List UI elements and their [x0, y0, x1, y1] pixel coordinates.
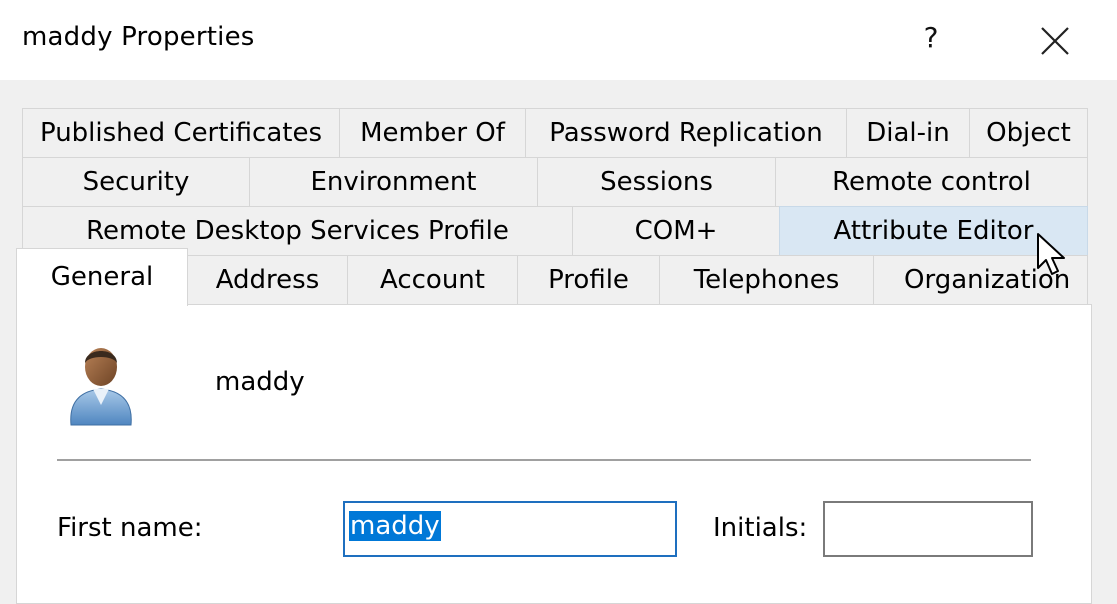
- tab-label: Dial-in: [866, 118, 950, 148]
- tab-label: Environment: [310, 167, 477, 197]
- tab-label: General: [50, 262, 154, 292]
- tab-password-replication[interactable]: Password Replication: [525, 108, 847, 158]
- tab-account[interactable]: Account: [347, 255, 518, 305]
- tab-label: Published Certificates: [39, 118, 323, 148]
- window-title: maddy Properties: [22, 22, 255, 52]
- tab-general[interactable]: General: [16, 248, 188, 306]
- tab-label: Member Of: [360, 118, 505, 148]
- tab-address[interactable]: Address: [187, 255, 348, 305]
- tab-label: Sessions: [600, 167, 713, 197]
- tab-environment[interactable]: Environment: [249, 157, 538, 207]
- tab-label: Telephones: [693, 265, 840, 295]
- tab-label: Profile: [548, 265, 629, 295]
- initials-field[interactable]: [823, 501, 1033, 557]
- tab-label: Object: [986, 118, 1071, 148]
- general-tab-panel: maddy First name: maddy Initials:: [16, 304, 1092, 604]
- tab-label: Account: [380, 265, 485, 295]
- tab-dial-in[interactable]: Dial-in: [846, 108, 970, 158]
- tab-remote-control[interactable]: Remote control: [775, 157, 1088, 207]
- tab-label: Password Replication: [549, 118, 823, 148]
- tab-telephones[interactable]: Telephones: [659, 255, 874, 305]
- display-name: maddy: [215, 367, 305, 397]
- tab-object[interactable]: Object: [969, 108, 1088, 158]
- tab-security[interactable]: Security: [22, 157, 250, 207]
- user-avatar-icon: [63, 341, 139, 429]
- title-bar: maddy Properties ?: [0, 0, 1117, 80]
- close-icon: [1041, 27, 1069, 55]
- first-name-value: maddy: [349, 511, 441, 541]
- help-button[interactable]: ?: [906, 16, 956, 64]
- tab-label: COM+: [634, 216, 718, 246]
- tab-sessions[interactable]: Sessions: [537, 157, 776, 207]
- tab-member-of[interactable]: Member Of: [339, 108, 526, 158]
- initials-label: Initials:: [713, 513, 808, 543]
- tab-published-certificates[interactable]: Published Certificates: [22, 108, 340, 158]
- first-name-field[interactable]: maddy: [343, 501, 677, 557]
- separator: [57, 459, 1031, 462]
- tab-com-plus[interactable]: COM+: [572, 206, 780, 256]
- mouse-pointer-icon: [1036, 232, 1070, 282]
- first-name-label: First name:: [57, 513, 203, 543]
- tab-label: Remote control: [832, 167, 1031, 197]
- tab-profile[interactable]: Profile: [517, 255, 660, 305]
- tab-label: Security: [82, 167, 190, 197]
- close-button[interactable]: [1022, 14, 1086, 66]
- tab-label: Address: [215, 265, 320, 295]
- properties-dialog: Published Certificates Member Of Passwor…: [0, 80, 1117, 604]
